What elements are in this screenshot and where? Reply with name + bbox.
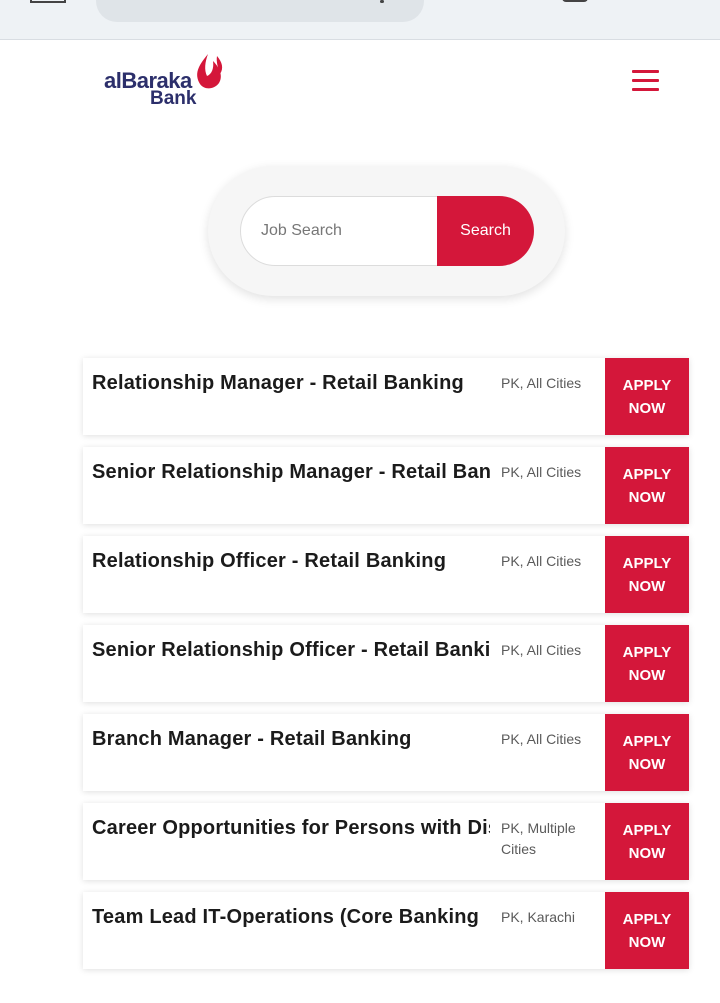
job-location: PK, Multiple Cities	[501, 820, 576, 857]
job-title-link[interactable]: Relationship Manager - Retail Banking	[92, 372, 490, 398]
job-location: PK, All Cities	[501, 642, 582, 658]
hamburger-menu-icon[interactable]	[632, 70, 660, 92]
apply-now-label: APPLY NOW	[622, 910, 672, 951]
hamburger-line	[632, 79, 659, 82]
job-listing-row: Senior Relationship Officer - Retail Ban…	[83, 625, 689, 702]
job-title-link[interactable]: Team Lead IT-Operations (Core Banking	[92, 906, 490, 932]
job-listing-row: Career Opportunities for Persons with Di…	[83, 803, 689, 880]
job-title-link[interactable]: Senior Relationship Officer - Retail Ban…	[92, 639, 490, 665]
job-listing-row: Relationship Officer - Retail Banking PK,…	[83, 536, 689, 613]
browser-menu-icon[interactable]	[562, 0, 588, 2]
job-title-link[interactable]: Career Opportunities for Persons with Di…	[92, 817, 490, 843]
hamburger-line	[632, 88, 659, 91]
job-location: PK, All Cities	[501, 375, 582, 391]
apply-now-label: APPLY NOW	[622, 376, 672, 417]
logo-flame-icon	[197, 54, 223, 89]
apply-now-button[interactable]: APPLY NOW	[605, 447, 689, 524]
apply-now-button[interactable]: APPLY NOW	[605, 803, 689, 880]
logo-text-bank: Bank	[150, 88, 197, 109]
hamburger-line	[632, 70, 659, 73]
job-listing-row: Senior Relationship Manager - Retail Ban…	[83, 447, 689, 524]
search-button[interactable]: Search	[437, 196, 534, 266]
job-location: PK, Karachi	[501, 909, 575, 925]
job-location: PK, All Cities	[501, 731, 582, 747]
job-title-link[interactable]: Senior Relationship Manager - Retail Ban…	[92, 461, 490, 487]
address-bar-glyph	[380, 0, 384, 3]
apply-now-button[interactable]: APPLY NOW	[605, 625, 689, 702]
address-bar[interactable]	[96, 0, 424, 22]
job-title-link[interactable]: Branch Manager - Retail Banking	[92, 728, 490, 754]
apply-now-label: APPLY NOW	[622, 554, 672, 595]
apply-now-label: APPLY NOW	[622, 643, 672, 684]
apply-now-button[interactable]: APPLY NOW	[605, 892, 689, 969]
apply-now-button[interactable]: APPLY NOW	[605, 536, 689, 613]
albaraka-bank-logo[interactable]: alBaraka Bank	[104, 52, 228, 112]
apply-now-button[interactable]: APPLY NOW	[605, 358, 689, 435]
job-list: Relationship Manager - Retail Banking PK,…	[83, 358, 689, 981]
apply-now-label: APPLY NOW	[622, 732, 672, 773]
job-location: PK, All Cities	[501, 553, 582, 569]
apply-now-label: APPLY NOW	[622, 465, 672, 506]
apply-now-button[interactable]: APPLY NOW	[605, 714, 689, 791]
apply-now-label: APPLY NOW	[622, 821, 672, 862]
job-listing-row: Branch Manager - Retail Banking PK, All C…	[83, 714, 689, 791]
job-listing-row: Relationship Manager - Retail Banking PK,…	[83, 358, 689, 435]
job-title-link[interactable]: Relationship Officer - Retail Banking	[92, 550, 490, 576]
job-listing-row: Team Lead IT-Operations (Core Banking PK,…	[83, 892, 689, 969]
job-location: PK, All Cities	[501, 464, 582, 480]
tabs-icon[interactable]	[30, 0, 66, 3]
browser-toolbar	[0, 0, 720, 40]
